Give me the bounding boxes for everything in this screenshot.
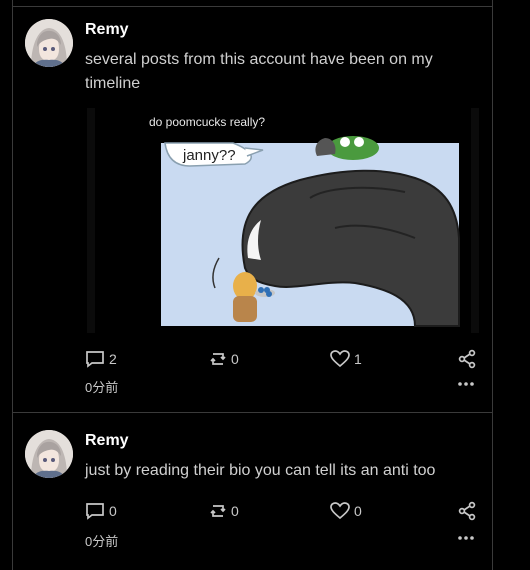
post-actions: 2 0 1	[85, 347, 477, 371]
reply-icon	[86, 503, 104, 520]
share-button[interactable]	[457, 501, 477, 521]
reply-icon	[86, 351, 104, 368]
post-meta: 0分前	[85, 531, 477, 549]
image-caption: do poomcucks really?	[149, 115, 265, 129]
more-icon[interactable]	[456, 529, 476, 547]
author-name[interactable]: Remy	[85, 21, 129, 39]
more-icon[interactable]	[456, 375, 476, 393]
reply-count: 0	[109, 503, 117, 519]
renote-count: 0	[231, 351, 239, 367]
heart-icon	[330, 350, 350, 368]
timestamp[interactable]: 0分前	[85, 531, 118, 550]
reaction-count: 0	[354, 503, 362, 519]
reaction-count: 1	[354, 351, 362, 367]
post-meta: 0分前	[85, 377, 477, 395]
post[interactable]: Remy several posts from this account hav…	[13, 7, 492, 413]
reply-button[interactable]: 0	[85, 502, 117, 520]
share-button[interactable]	[457, 349, 477, 369]
avatar[interactable]	[25, 19, 73, 67]
reply-count: 2	[109, 351, 117, 367]
timeline: Remy several posts from this account hav…	[12, 0, 493, 570]
heart-icon	[330, 502, 350, 520]
author-name[interactable]: Remy	[85, 432, 129, 450]
share-icon	[458, 349, 476, 369]
renote-count: 0	[231, 503, 239, 519]
renote-button[interactable]: 0	[209, 350, 239, 368]
reaction-button[interactable]: 1	[330, 350, 362, 368]
reply-button[interactable]: 2	[85, 350, 117, 368]
renote-icon	[210, 353, 226, 365]
post[interactable]: Remy just by reading their bio you can t…	[13, 413, 492, 570]
post-actions: 0 0 0	[85, 499, 477, 523]
bubble-text: janny??	[182, 147, 236, 164]
share-icon	[458, 501, 476, 521]
reaction-button[interactable]: 0	[330, 502, 362, 520]
renote-icon	[210, 505, 226, 517]
avatar[interactable]	[25, 430, 73, 478]
post-text: just by reading their bio you can tell i…	[85, 462, 436, 479]
renote-button[interactable]: 0	[209, 502, 239, 520]
timestamp[interactable]: 0分前	[85, 377, 118, 396]
post-image[interactable]: do poomcucks really? janny??	[85, 108, 481, 333]
post-text: several posts from this account have bee…	[85, 51, 433, 92]
